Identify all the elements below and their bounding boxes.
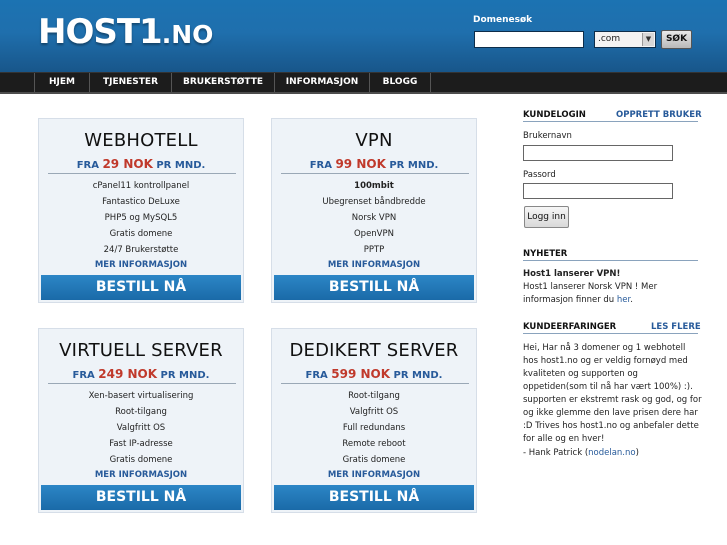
username-label: Brukernavn (523, 131, 572, 141)
site-header: HOST1.NO Domenesøk .com ▼ SØK (0, 0, 727, 72)
nav-item-hjem[interactable]: HJEM (34, 73, 89, 92)
feature-item: Root-tilgang (348, 391, 400, 401)
feature-item: Remote reboot (342, 439, 406, 449)
price-amount: 599 NOK (331, 367, 391, 381)
more-info-link[interactable]: MER INFORMASJON (39, 258, 243, 272)
register-link[interactable]: OPPRETT BRUKER (616, 110, 702, 120)
feature-list: Xen-basert virtualisering Root-tilgang V… (39, 388, 243, 482)
feature-item: OpenVPN (353, 229, 394, 239)
nav-item-blogg[interactable]: BLOGG (369, 73, 431, 92)
domain-search-input[interactable] (474, 31, 584, 48)
divider (523, 121, 698, 122)
feature-item: cPanel11 kontrollpanel (92, 181, 190, 191)
feature-item: Xen-basert virtualisering (88, 391, 194, 401)
divider (281, 173, 469, 174)
feature-item: PHP5 og MySQL5 (104, 213, 178, 223)
feature-item: Gratis domene (109, 455, 173, 465)
feature-item: Gratis domene (109, 229, 173, 239)
order-button[interactable]: BESTILL NÅ (41, 275, 241, 300)
password-input[interactable] (523, 183, 673, 199)
domain-search-button[interactable]: SØK (661, 30, 692, 49)
password-label: Passord (523, 170, 556, 180)
more-info-link[interactable]: MER INFORMASJON (272, 468, 476, 482)
feature-item: Valgfritt OS (349, 407, 399, 417)
review-author: - Hank Patrick (nodelan.no) (523, 448, 639, 458)
product-price: FRA 599 NOK PR MND. (305, 367, 443, 381)
feature-item: Norsk VPN (351, 213, 397, 223)
review-text: Hei, Har nå 3 domener og 1 webhotell hos… (523, 343, 702, 444)
feature-item: Root-tilgang (115, 407, 167, 417)
feature-item: Fantastico DeLuxe (102, 197, 180, 207)
feature-item: Valgfritt OS (116, 423, 166, 433)
divider (281, 383, 469, 384)
feature-item: Ubegrenset båndbredde (322, 197, 426, 207)
tld-select[interactable]: .com ▼ (594, 31, 656, 48)
main-nav: HJEM TJENESTER BRUKERSTØTTE INFORMASJON … (0, 72, 727, 94)
feature-item: PPTP (363, 245, 385, 255)
product-box-webhotell: WEBHOTELL FRA 29 NOK PR MND. cPanel11 ko… (38, 118, 244, 303)
product-price: FRA 29 NOK PR MND. (76, 157, 206, 171)
order-button[interactable]: BESTILL NÅ (274, 485, 474, 510)
logo-main: HOST1 (38, 12, 163, 52)
more-info-link[interactable]: MER INFORMASJON (272, 258, 476, 272)
order-button[interactable]: BESTILL NÅ (41, 485, 241, 510)
product-title: VPN (355, 130, 393, 151)
product-title: DEDIKERT SERVER (289, 340, 459, 361)
nav-item-informasjon[interactable]: INFORMASJON (274, 73, 369, 92)
dropdown-arrow-icon: ▼ (642, 33, 654, 46)
site-logo[interactable]: HOST1.NO (38, 14, 213, 53)
order-button[interactable]: BESTILL NÅ (274, 275, 474, 300)
product-price: FRA 249 NOK PR MND. (72, 367, 210, 381)
feature-list: 100mbit Ubegrenset båndbredde Norsk VPN … (272, 178, 476, 272)
news-link[interactable]: her (617, 295, 630, 305)
feature-list: cPanel11 kontrollpanel Fantastico DeLuxe… (39, 178, 243, 272)
read-more-link[interactable]: LES FLERE (651, 322, 701, 332)
divider (523, 260, 698, 261)
login-button[interactable]: Logg inn (524, 206, 569, 228)
login-heading: KUNDELOGIN (523, 110, 586, 120)
product-box-dedikert-server: DEDIKERT SERVER FRA 599 NOK PR MND. Root… (271, 328, 477, 513)
more-info-link[interactable]: MER INFORMASJON (39, 468, 243, 482)
feature-item: Gratis domene (342, 455, 406, 465)
product-title: VIRTUELL SERVER (59, 340, 223, 361)
feature-item: Full redundans (342, 423, 406, 433)
product-title: WEBHOTELL (84, 130, 198, 151)
news-title: Host1 lanserer VPN! (523, 269, 621, 279)
news-heading: NYHETER (523, 249, 568, 259)
news-body: Host1 lanserer Norsk VPN ! Mer informasj… (523, 282, 658, 305)
product-box-virtuell-server: VIRTUELL SERVER FRA 249 NOK PR MND. Xen-… (38, 328, 244, 513)
price-amount: 29 NOK (102, 157, 153, 171)
price-amount: 99 NOK (335, 157, 386, 171)
nav-item-brukerstotte[interactable]: BRUKERSTØTTE (171, 73, 274, 92)
price-amount: 249 NOK (98, 367, 158, 381)
product-price: FRA 99 NOK PR MND. (309, 157, 439, 171)
tld-selected-value: .com (598, 34, 621, 44)
review-author-link[interactable]: nodelan.no (588, 448, 635, 458)
nav-item-tjenester[interactable]: TJENESTER (89, 73, 171, 92)
divider (523, 333, 698, 334)
feature-list: Root-tilgang Valgfritt OS Full redundans… (272, 388, 476, 482)
divider (48, 173, 236, 174)
divider (48, 383, 236, 384)
username-input[interactable] (523, 145, 673, 161)
feature-item: 100mbit (354, 181, 394, 191)
reviews-heading: KUNDEERFARINGER (523, 322, 617, 332)
domain-search-label: Domenesøk (473, 15, 533, 25)
feature-item: Fast IP-adresse (109, 439, 173, 449)
product-box-vpn: VPN FRA 99 NOK PR MND. 100mbit Ubegrense… (271, 118, 477, 303)
logo-suffix: .NO (161, 20, 214, 49)
feature-item: 24/7 Brukerstøtte (103, 245, 179, 255)
